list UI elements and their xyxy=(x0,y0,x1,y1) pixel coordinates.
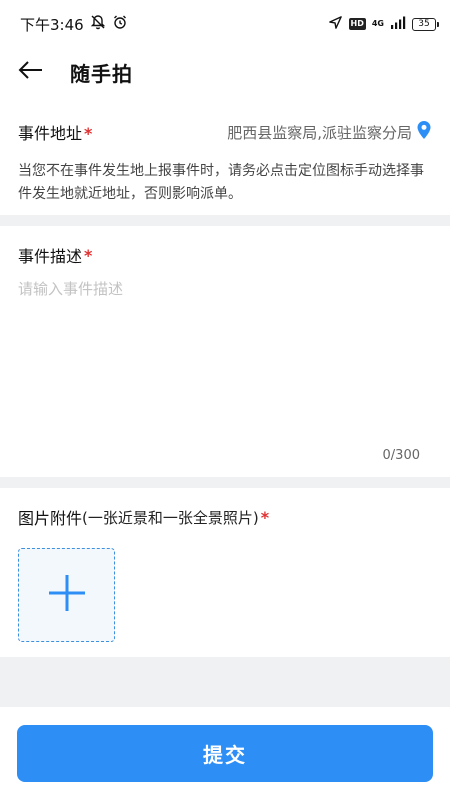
arrow-left-icon[interactable] xyxy=(18,60,44,84)
signal-icon xyxy=(390,16,406,32)
app-header: 随手拍 xyxy=(0,48,450,96)
address-label: 事件地址 * xyxy=(18,120,92,144)
status-bar: 下午3:46 HD 4G 35 xyxy=(0,0,450,48)
battery-icon: 35 xyxy=(412,17,439,31)
alarm-icon xyxy=(112,14,128,34)
section-divider xyxy=(0,477,450,488)
attachments-sublabel: (一张近景和一张全景照片) xyxy=(82,508,259,527)
address-selector[interactable]: 肥西县监察局,派驻监察分局 xyxy=(227,120,432,144)
required-mark: * xyxy=(84,245,93,265)
location-pin-icon[interactable] xyxy=(416,120,432,144)
bottom-gray-band xyxy=(0,657,450,707)
status-left: 下午3:46 xyxy=(20,14,128,35)
address-label-text: 事件地址 xyxy=(18,124,83,143)
description-input[interactable] xyxy=(18,278,432,438)
description-label: 事件描述 * xyxy=(18,240,92,270)
required-mark: * xyxy=(260,507,270,527)
plus-icon[interactable] xyxy=(47,573,87,617)
attachments-label: 图片附件 (一张近景和一张全景照片) * xyxy=(18,502,269,532)
battery-level: 35 xyxy=(418,18,430,29)
bell-off-icon xyxy=(90,14,106,34)
char-counter: 0/300 xyxy=(382,448,420,463)
attachments-label-text: 图片附件 xyxy=(18,509,83,528)
page-title: 随手拍 xyxy=(70,61,133,86)
status-right: HD 4G 35 xyxy=(328,15,439,33)
back-button[interactable] xyxy=(0,48,64,96)
address-hint: 当您不在事件发生地上报事件时，请务必点击定位图标手动选择事件发生地就近地址，否则… xyxy=(18,163,424,202)
status-time: 下午3:46 xyxy=(20,15,84,34)
location-arrow-icon xyxy=(328,15,343,33)
address-value[interactable]: 肥西县监察局,派驻监察分局 xyxy=(227,122,412,143)
submit-button[interactable]: 提交 xyxy=(17,725,433,782)
section-divider xyxy=(0,215,450,226)
add-photo-button[interactable] xyxy=(18,548,115,642)
network-type: 4G xyxy=(371,19,384,28)
description-label-text: 事件描述 xyxy=(18,247,83,266)
required-mark: * xyxy=(84,124,93,143)
address-row: 事件地址 * 肥西县监察局,派驻监察分局 xyxy=(18,112,432,152)
hd-badge: HD xyxy=(348,18,366,30)
